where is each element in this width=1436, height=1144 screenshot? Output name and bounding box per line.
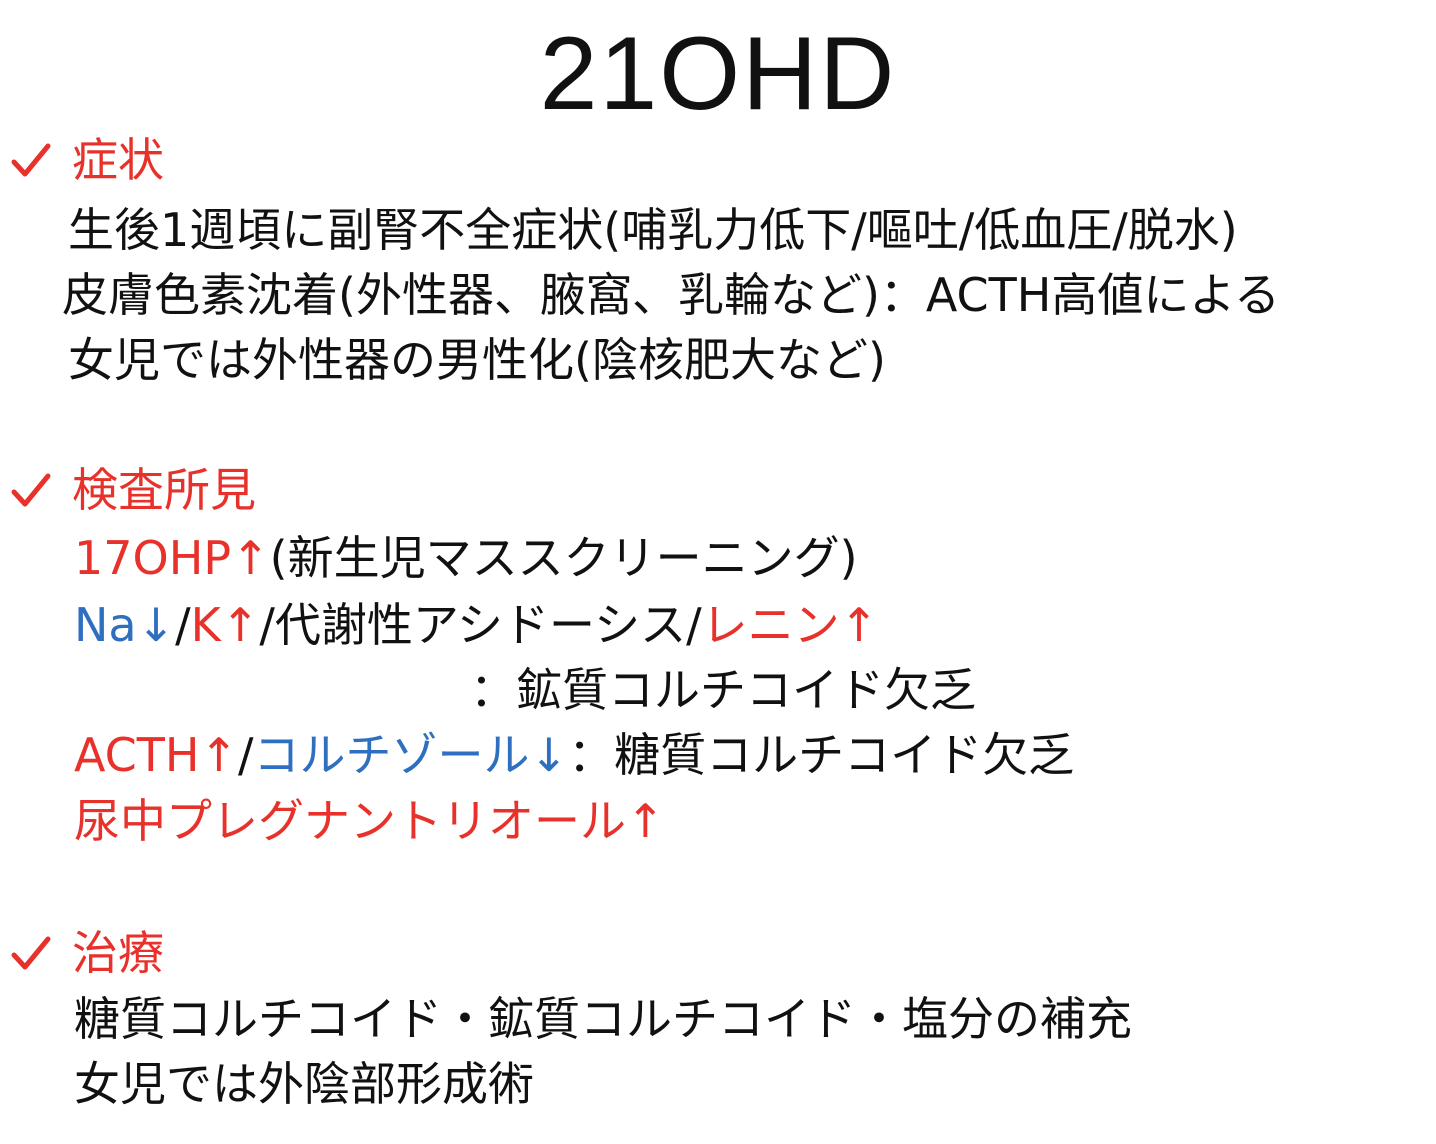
- treatment-line-2: 女児では外陰部形成術: [74, 1057, 534, 1111]
- marker-cortisol: コルチゾール↓: [253, 728, 569, 782]
- symptoms-line-2: 皮膚色素沈着(外性器、腋窩、乳輪など)：ACTH高値による: [62, 268, 1280, 322]
- marker-na: Na↓: [74, 598, 176, 652]
- section-heading-symptoms: 症状: [72, 133, 164, 187]
- separator: /: [175, 598, 191, 652]
- findings-line-3: ：鉱質コルチコイド欠乏: [470, 663, 976, 717]
- check-icon: [11, 143, 51, 177]
- page-title: 21OHD: [539, 16, 897, 132]
- findings-line-5: 尿中プレグナントリオール↑: [74, 794, 665, 848]
- symptoms-line-3: 女児では外性器の男性化(陰核肥大など): [68, 333, 886, 387]
- check-icon: [11, 936, 51, 970]
- marker-acth: ACTH↑: [74, 728, 239, 782]
- marker-k: K↑: [190, 598, 260, 652]
- findings-line-4: ACTH↑/コルチゾール↓：糖質コルチコイド欠乏: [74, 727, 1074, 783]
- newborn-screening-note: (新生児マススクリーニング): [269, 531, 858, 585]
- section-heading-findings: 検査所見: [72, 463, 256, 517]
- separator: /: [238, 728, 254, 782]
- symptoms-line-1: 生後1週頃に副腎不全症状(哺乳力低下/嘔吐/低血圧/脱水): [68, 203, 1238, 257]
- findings-line-1: 17OHP↑(新生児マススクリーニング): [74, 530, 858, 586]
- marker-renin: レニン↑: [701, 598, 879, 652]
- marker-17ohp: 17OHP↑: [74, 531, 270, 585]
- check-icon: [11, 473, 51, 507]
- treatment-line-1: 糖質コルチコイド・鉱質コルチコイド・塩分の補充: [74, 992, 1132, 1046]
- glucocorticoid-deficiency-text: ：糖質コルチコイド欠乏: [568, 728, 1075, 782]
- metabolic-acidosis-text: /代謝性アシドーシス/: [259, 598, 702, 652]
- findings-line-2: Na↓/K↑/代謝性アシドーシス/レニン↑: [74, 597, 878, 653]
- section-heading-treatment: 治療: [72, 926, 164, 980]
